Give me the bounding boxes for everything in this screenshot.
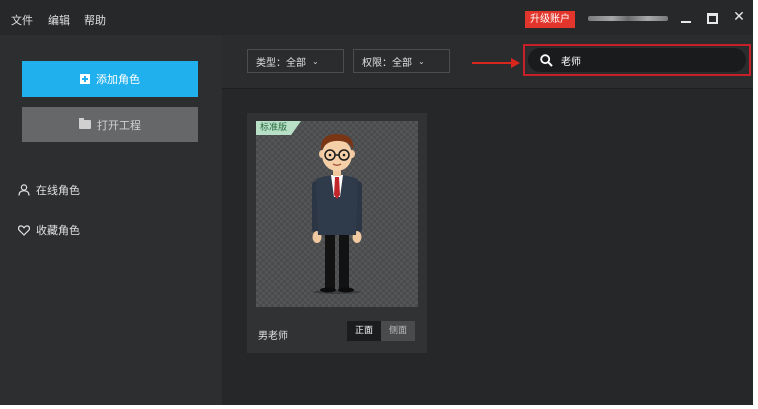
menu-help[interactable]: 帮助	[84, 12, 106, 28]
sidebar-item-label: 收藏角色	[36, 224, 80, 237]
type-filter-dropdown[interactable]: 类型：全部 ⌄	[247, 49, 344, 73]
side-view-button[interactable]: 侧面	[381, 321, 415, 341]
front-view-button[interactable]: 正面	[347, 321, 381, 341]
title-bar: 文件 编辑 帮助 升级账户 ✕	[0, 0, 753, 35]
folder-icon	[79, 118, 91, 129]
character-thumbnail[interactable]: 标准版	[256, 121, 418, 307]
upgrade-account-button[interactable]: 升级账户	[525, 11, 575, 28]
filter-bar: 类型：全部 ⌄ 权限：全部 ⌄ 老师	[222, 35, 753, 89]
app-window: 文件 编辑 帮助 升级账户 ✕ 添加角色 打开工程 在线角色 收藏角色 类型：全…	[0, 0, 753, 405]
open-project-button[interactable]: 打开工程	[22, 107, 198, 142]
menu-file[interactable]: 文件	[11, 12, 33, 28]
permission-filter-dropdown[interactable]: 权限：全部 ⌄	[353, 49, 450, 73]
teacher-character-illustration	[312, 134, 362, 294]
chevron-down-icon: ⌄	[312, 56, 319, 66]
account-name-blurred[interactable]	[588, 16, 668, 21]
heart-icon	[18, 224, 30, 236]
sidebar: 添加角色 打开工程 在线角色 收藏角色	[0, 35, 222, 405]
sidebar-item-favorite-roles[interactable]: 收藏角色	[18, 222, 80, 238]
open-project-label: 打开工程	[97, 118, 141, 132]
search-icon	[540, 53, 553, 67]
minimize-icon[interactable]	[678, 9, 694, 25]
type-filter-value: 全部	[286, 57, 306, 69]
annotation-arrow	[472, 62, 512, 64]
maximize-icon[interactable]	[704, 9, 720, 25]
search-query: 老师	[561, 56, 581, 68]
menu-edit[interactable]: 编辑	[48, 12, 70, 28]
close-icon[interactable]: ✕	[731, 9, 747, 25]
search-input[interactable]: 老师	[528, 48, 746, 72]
main-content: 类型：全部 ⌄ 权限：全部 ⌄ 老师 标准版 男老师 正面 侧面	[222, 35, 753, 405]
user-icon	[18, 184, 30, 196]
sidebar-item-label: 在线角色	[36, 184, 80, 197]
add-role-label: 添加角色	[96, 73, 140, 86]
type-filter-label: 类型：	[256, 57, 286, 69]
permission-filter-label: 权限：	[362, 57, 392, 69]
sidebar-item-online-roles[interactable]: 在线角色	[18, 182, 80, 198]
character-card[interactable]: 标准版 男老师 正面 侧面	[247, 113, 427, 353]
add-role-button[interactable]: 添加角色	[22, 61, 198, 97]
view-toggle: 正面 侧面	[347, 321, 415, 341]
permission-filter-value: 全部	[392, 57, 412, 69]
character-name: 男老师	[258, 331, 288, 342]
plus-icon	[80, 74, 90, 84]
annotation-arrow-head	[511, 58, 520, 68]
chevron-down-icon: ⌄	[418, 56, 425, 66]
